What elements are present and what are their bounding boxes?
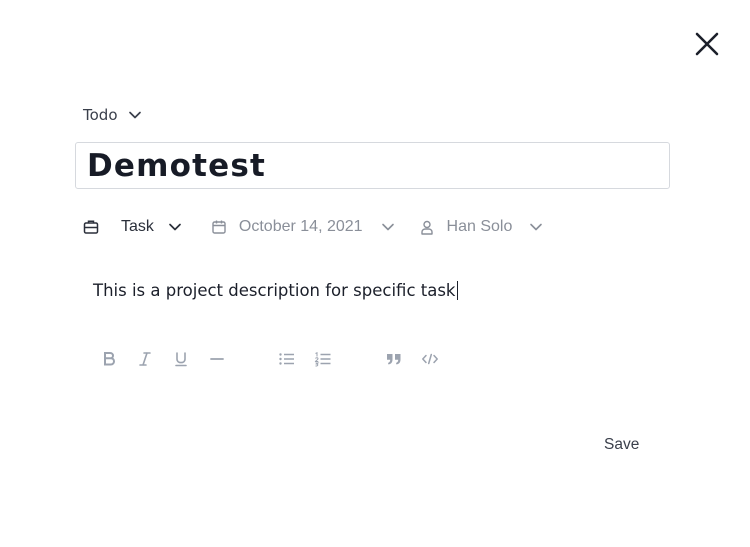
assignee-label: Han Solo <box>446 218 513 235</box>
description-editor[interactable]: This is a project description for specif… <box>93 281 458 300</box>
briefcase-icon <box>82 218 100 236</box>
title-field[interactable]: Demotest <box>75 142 670 189</box>
chevron-down-icon <box>168 220 182 234</box>
status-dropdown[interactable]: Todo <box>83 103 142 127</box>
date-dropdown[interactable]: October 14, 2021 <box>211 218 395 236</box>
bullet-list-icon[interactable] <box>277 348 297 370</box>
chevron-down-icon <box>381 220 395 234</box>
type-label: Task <box>121 218 154 235</box>
assignee-dropdown[interactable]: Han Solo <box>419 218 544 236</box>
chevron-down-icon <box>529 220 543 234</box>
type-dropdown[interactable]: Task <box>82 218 182 236</box>
bold-icon[interactable] <box>99 348 119 370</box>
quote-icon[interactable] <box>384 348 404 370</box>
italic-icon[interactable] <box>135 348 155 370</box>
meta-row: Task October 14, 2021 Han Solo <box>82 215 543 239</box>
text-cursor <box>456 281 458 300</box>
date-label: October 14, 2021 <box>238 218 363 235</box>
horizontal-rule-icon[interactable] <box>207 348 227 370</box>
status-label: Todo <box>83 106 118 124</box>
calendar-icon <box>211 219 227 235</box>
user-icon <box>419 219 435 235</box>
numbered-list-icon[interactable] <box>313 348 333 370</box>
underline-icon[interactable] <box>171 348 191 370</box>
code-icon[interactable] <box>420 348 440 370</box>
description-text: This is a project description for specif… <box>93 281 456 300</box>
title-text: Demotest <box>87 147 267 184</box>
save-button[interactable]: Save <box>600 434 643 456</box>
close-icon[interactable] <box>692 29 722 59</box>
chevron-down-icon <box>128 108 142 122</box>
